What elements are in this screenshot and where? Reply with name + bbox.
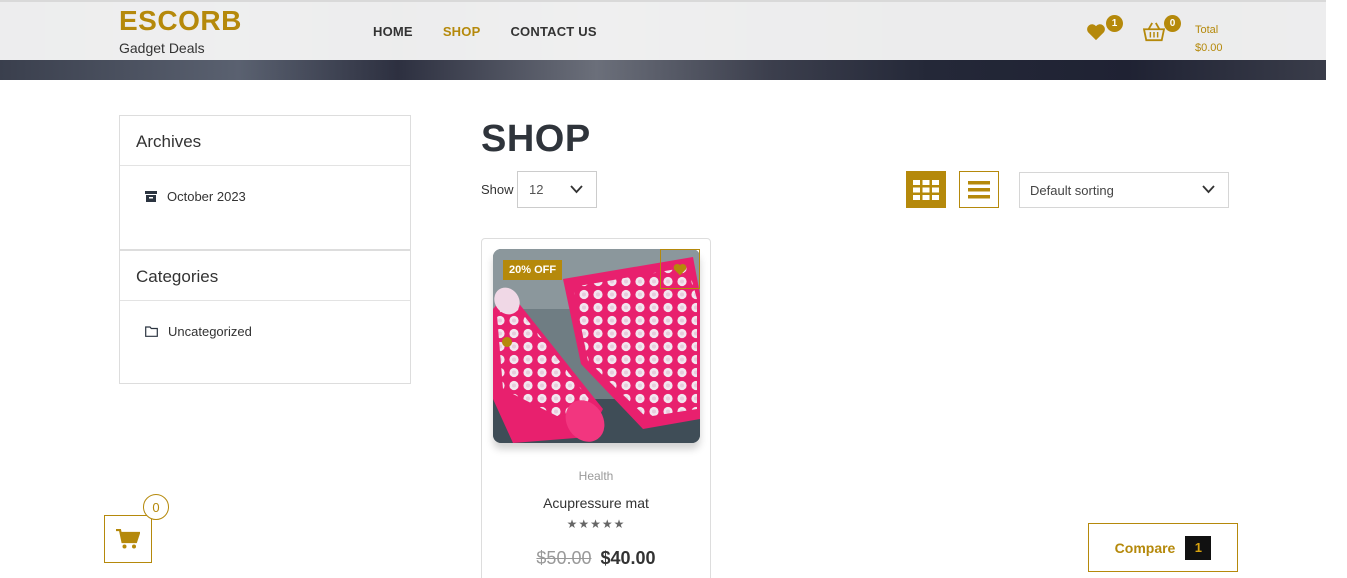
archives-widget: Archives October 2023 bbox=[119, 115, 411, 250]
folder-icon bbox=[145, 326, 158, 337]
compare-label: Compare bbox=[1114, 539, 1176, 556]
site-logo-text[interactable]: ESCORB bbox=[119, 6, 242, 36]
archive-item[interactable]: October 2023 bbox=[120, 189, 410, 204]
product-card[interactable]: 20% OFF Health Acupressure mat ★★★★★ $50… bbox=[481, 238, 711, 578]
wishlist-count-badge: 1 bbox=[1106, 15, 1123, 32]
list-icon bbox=[968, 180, 990, 198]
cart-total[interactable]: Total $0.00 bbox=[1195, 21, 1223, 57]
per-page-value: 12 bbox=[529, 182, 544, 197]
product-rating-stars: ★★★★★ bbox=[566, 517, 626, 531]
chevron-down-icon bbox=[1202, 185, 1215, 194]
cart-icon bbox=[116, 529, 140, 549]
categories-widget: Categories Uncategorized bbox=[119, 250, 411, 384]
floating-cart-button[interactable] bbox=[104, 515, 152, 563]
site-header: ESCORB Gadget Deals HOME SHOP CONTACT US… bbox=[0, 0, 1326, 60]
nav-shop[interactable]: SHOP bbox=[443, 24, 481, 39]
chevron-down-icon bbox=[570, 185, 583, 194]
site-brand[interactable]: ESCORB Gadget Deals bbox=[119, 6, 242, 57]
sort-select[interactable]: Default sorting bbox=[1019, 172, 1229, 208]
heart-icon bbox=[673, 263, 687, 275]
per-page-select[interactable]: 12 bbox=[517, 171, 597, 208]
compare-button[interactable]: Compare 1 bbox=[1088, 523, 1238, 572]
grid-icon bbox=[913, 179, 939, 200]
nav-contact[interactable]: CONTACT US bbox=[510, 24, 596, 39]
list-view-button[interactable] bbox=[959, 171, 999, 208]
sale-badge: 20% OFF bbox=[503, 260, 563, 280]
cart-count-badge: 0 bbox=[1164, 15, 1181, 32]
product-sale-price: $40.00 bbox=[600, 548, 656, 568]
wishlist-icon[interactable] bbox=[1086, 23, 1106, 46]
archive-item-label[interactable]: October 2023 bbox=[167, 189, 246, 204]
product-category[interactable]: Health bbox=[482, 469, 710, 483]
product-title[interactable]: Acupressure mat bbox=[482, 495, 710, 511]
show-label: Show bbox=[481, 182, 514, 197]
page: ESCORB Gadget Deals HOME SHOP CONTACT US… bbox=[0, 0, 1347, 578]
basket-icon[interactable] bbox=[1142, 22, 1166, 47]
categories-title: Categories bbox=[120, 251, 410, 301]
archives-title: Archives bbox=[120, 116, 410, 166]
grid-view-button[interactable] bbox=[906, 171, 946, 208]
site-tagline: Gadget Deals bbox=[119, 40, 205, 56]
compare-count-badge: 1 bbox=[1185, 535, 1212, 560]
main-nav: HOME SHOP CONTACT US bbox=[373, 24, 627, 39]
archive-icon bbox=[145, 191, 157, 202]
page-title: SHOP bbox=[481, 118, 591, 160]
category-item-label[interactable]: Uncategorized bbox=[168, 324, 252, 339]
product-old-price: $50.00 bbox=[536, 548, 592, 568]
category-item[interactable]: Uncategorized bbox=[120, 324, 410, 339]
add-to-wishlist-button[interactable] bbox=[660, 249, 700, 289]
product-price: $50.00 $40.00 bbox=[482, 548, 710, 569]
sort-select-value: Default sorting bbox=[1030, 183, 1114, 198]
nav-home[interactable]: HOME bbox=[373, 24, 413, 39]
floating-cart-count: 0 bbox=[143, 494, 169, 520]
cart-total-label: Total bbox=[1195, 24, 1219, 36]
cart-total-value: $0.00 bbox=[1195, 42, 1223, 54]
